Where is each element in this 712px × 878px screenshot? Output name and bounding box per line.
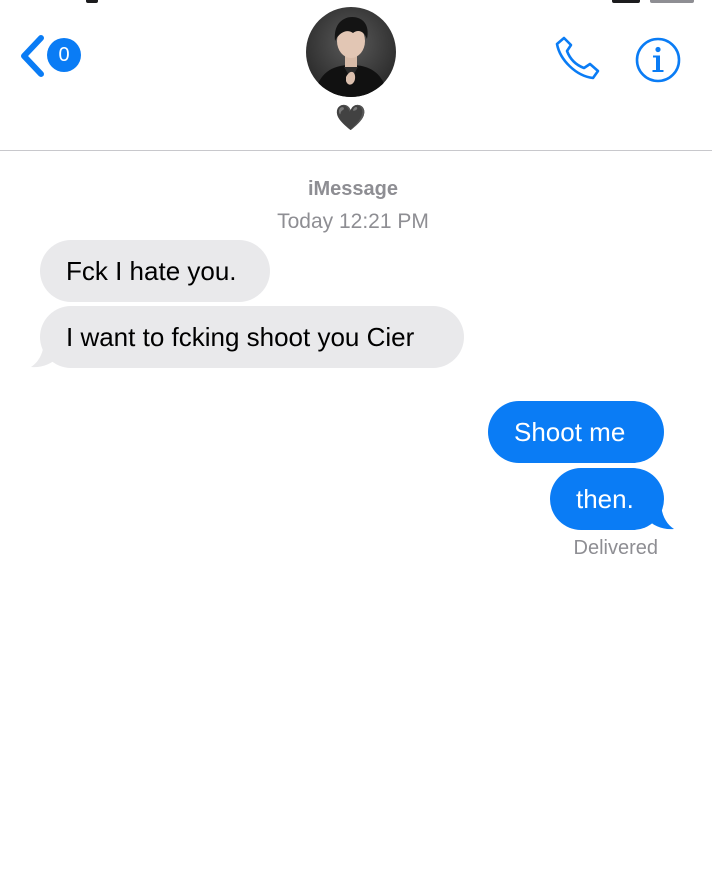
back-button[interactable]: 0 xyxy=(18,34,84,78)
contact-name[interactable]: 🖤 xyxy=(331,102,371,134)
contact-avatar[interactable] xyxy=(306,7,396,97)
incoming-message-bubble[interactable]: I want to fcking shoot you Cier xyxy=(40,306,464,368)
incoming-message-bubble[interactable]: Fck I hate you. xyxy=(40,240,270,302)
delivery-status: Delivered xyxy=(573,537,658,559)
status-bar-wifi xyxy=(612,0,640,3)
conversation-header: 0 🖤 xyxy=(0,0,712,151)
phone-icon[interactable] xyxy=(552,34,604,82)
info-icon[interactable] xyxy=(634,36,682,84)
service-label: iMessage xyxy=(307,178,399,200)
outgoing-message-bubble[interactable]: then. xyxy=(550,468,664,530)
avatar-photo xyxy=(306,7,396,97)
status-bar-battery xyxy=(650,0,694,3)
chevron-left-icon xyxy=(21,35,44,77)
status-bar-signal xyxy=(86,0,98,3)
outgoing-message-bubble[interactable]: Shoot me xyxy=(488,401,664,463)
message-timestamp: Today 12:21 PM xyxy=(277,210,429,233)
unread-count-badge: 0 xyxy=(47,38,81,72)
